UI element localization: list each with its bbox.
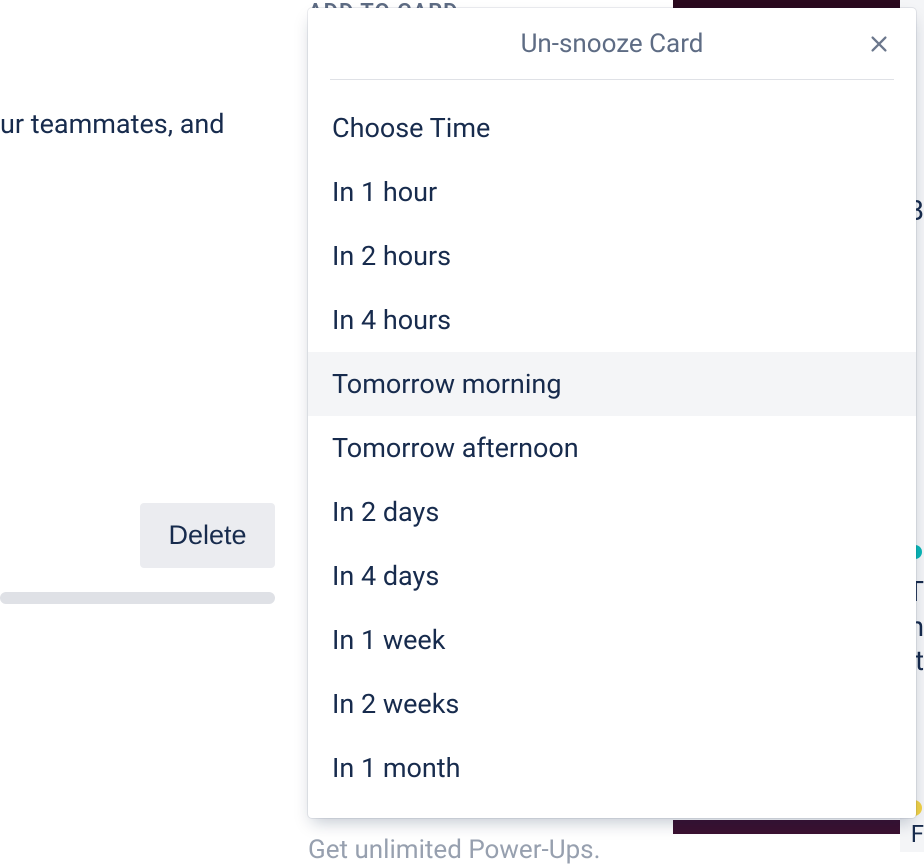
option-in-1-hour[interactable]: In 1 hour xyxy=(308,160,916,224)
option-in-4-days[interactable]: In 4 days xyxy=(308,544,916,608)
delete-button[interactable]: Delete xyxy=(140,503,275,568)
partial-text: t xyxy=(915,644,924,677)
popover-body: Choose Time In 1 hour In 2 hours In 4 ho… xyxy=(308,80,916,818)
powerups-text: Get unlimited Power-Ups. xyxy=(308,835,600,865)
option-in-1-month[interactable]: In 1 month xyxy=(308,736,916,800)
option-in-4-hours[interactable]: In 4 hours xyxy=(308,288,916,352)
option-tomorrow-afternoon[interactable]: Tomorrow afternoon xyxy=(308,416,916,480)
option-in-1-week[interactable]: In 1 week xyxy=(308,608,916,672)
close-icon xyxy=(868,33,890,55)
bg-decoration xyxy=(673,0,913,8)
bg-decoration xyxy=(673,820,913,834)
scrollbar-track[interactable] xyxy=(0,592,275,604)
option-tomorrow-morning[interactable]: Tomorrow morning xyxy=(308,352,916,416)
option-in-2-weeks[interactable]: In 2 weeks xyxy=(308,672,916,736)
option-choose-time[interactable]: Choose Time xyxy=(308,96,916,160)
popover-title: Un-snooze Card xyxy=(521,29,704,59)
option-in-2-days[interactable]: In 2 days xyxy=(308,480,916,544)
partial-text: F xyxy=(911,820,924,848)
close-button[interactable] xyxy=(864,29,894,59)
teammates-text: ur teammates, and xyxy=(0,108,225,140)
option-in-2-hours[interactable]: In 2 hours xyxy=(308,224,916,288)
popover-header: Un-snooze Card xyxy=(330,8,894,80)
unsnooze-popover: Un-snooze Card Choose Time In 1 hour In … xyxy=(308,8,916,818)
